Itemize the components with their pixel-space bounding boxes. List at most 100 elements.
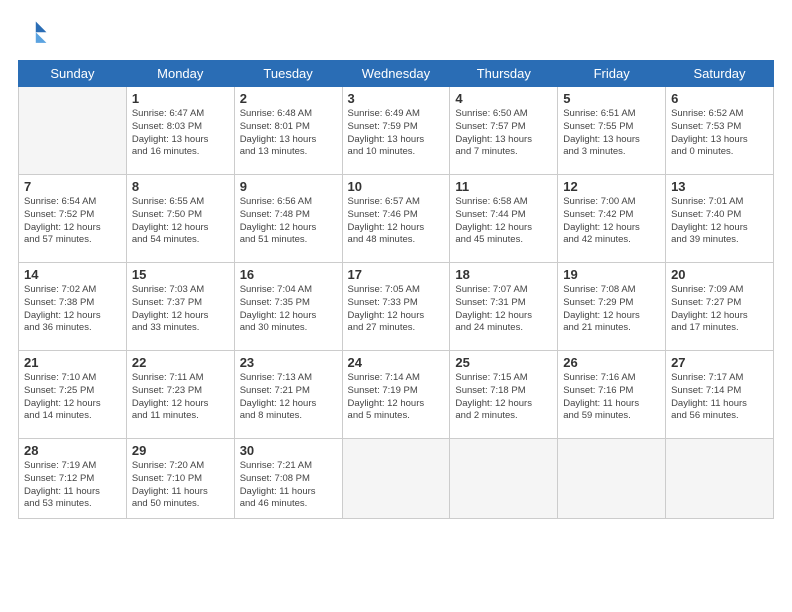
calendar-cell <box>342 439 450 519</box>
day-number: 27 <box>671 355 768 370</box>
logo <box>18 18 54 50</box>
calendar-cell <box>666 439 774 519</box>
day-number: 15 <box>132 267 229 282</box>
day-number: 13 <box>671 179 768 194</box>
day-info: Sunrise: 7:02 AMSunset: 7:38 PMDaylight:… <box>24 284 121 335</box>
day-number: 19 <box>563 267 660 282</box>
header <box>18 18 774 50</box>
calendar-cell: 1 Sunrise: 6:47 AMSunset: 8:03 PMDaylight… <box>126 87 234 175</box>
day-number: 5 <box>563 91 660 106</box>
day-info: Sunrise: 6:56 AMSunset: 7:48 PMDaylight:… <box>240 196 337 247</box>
day-info: Sunrise: 7:07 AMSunset: 7:31 PMDaylight:… <box>455 284 552 335</box>
day-info: Sunrise: 6:49 AMSunset: 7:59 PMDaylight:… <box>348 108 445 159</box>
day-info: Sunrise: 7:16 AMSunset: 7:16 PMDaylight:… <box>563 372 660 423</box>
day-info: Sunrise: 7:13 AMSunset: 7:21 PMDaylight:… <box>240 372 337 423</box>
week-row-4: 21 Sunrise: 7:10 AMSunset: 7:25 PMDayligh… <box>19 351 774 439</box>
day-number: 18 <box>455 267 552 282</box>
day-number: 12 <box>563 179 660 194</box>
day-info: Sunrise: 7:19 AMSunset: 7:12 PMDaylight:… <box>24 460 121 511</box>
day-info: Sunrise: 6:48 AMSunset: 8:01 PMDaylight:… <box>240 108 337 159</box>
calendar-cell: 6 Sunrise: 6:52 AMSunset: 7:53 PMDaylight… <box>666 87 774 175</box>
calendar-cell: 25 Sunrise: 7:15 AMSunset: 7:18 PMDayligh… <box>450 351 558 439</box>
day-number: 26 <box>563 355 660 370</box>
day-number: 6 <box>671 91 768 106</box>
week-row-1: 1 Sunrise: 6:47 AMSunset: 8:03 PMDaylight… <box>19 87 774 175</box>
day-number: 7 <box>24 179 121 194</box>
calendar-cell: 5 Sunrise: 6:51 AMSunset: 7:55 PMDaylight… <box>558 87 666 175</box>
day-info: Sunrise: 7:00 AMSunset: 7:42 PMDaylight:… <box>563 196 660 247</box>
day-info: Sunrise: 7:05 AMSunset: 7:33 PMDaylight:… <box>348 284 445 335</box>
day-number: 20 <box>671 267 768 282</box>
calendar-cell: 9 Sunrise: 6:56 AMSunset: 7:48 PMDaylight… <box>234 175 342 263</box>
calendar-cell: 23 Sunrise: 7:13 AMSunset: 7:21 PMDayligh… <box>234 351 342 439</box>
day-number: 10 <box>348 179 445 194</box>
weekday-header-wednesday: Wednesday <box>342 61 450 87</box>
day-number: 2 <box>240 91 337 106</box>
day-info: Sunrise: 7:03 AMSunset: 7:37 PMDaylight:… <box>132 284 229 335</box>
calendar-cell: 13 Sunrise: 7:01 AMSunset: 7:40 PMDayligh… <box>666 175 774 263</box>
calendar-cell: 29 Sunrise: 7:20 AMSunset: 7:10 PMDayligh… <box>126 439 234 519</box>
day-info: Sunrise: 7:10 AMSunset: 7:25 PMDaylight:… <box>24 372 121 423</box>
calendar-cell: 19 Sunrise: 7:08 AMSunset: 7:29 PMDayligh… <box>558 263 666 351</box>
day-number: 16 <box>240 267 337 282</box>
calendar-table: SundayMondayTuesdayWednesdayThursdayFrid… <box>18 60 774 519</box>
calendar-cell: 14 Sunrise: 7:02 AMSunset: 7:38 PMDayligh… <box>19 263 127 351</box>
day-info: Sunrise: 6:55 AMSunset: 7:50 PMDaylight:… <box>132 196 229 247</box>
day-info: Sunrise: 7:15 AMSunset: 7:18 PMDaylight:… <box>455 372 552 423</box>
day-number: 8 <box>132 179 229 194</box>
weekday-header-monday: Monday <box>126 61 234 87</box>
day-info: Sunrise: 7:01 AMSunset: 7:40 PMDaylight:… <box>671 196 768 247</box>
day-info: Sunrise: 7:04 AMSunset: 7:35 PMDaylight:… <box>240 284 337 335</box>
calendar-cell: 17Sunrise: 7:05 AMSunset: 7:33 PMDayligh… <box>342 263 450 351</box>
calendar-cell: 24 Sunrise: 7:14 AMSunset: 7:19 PMDayligh… <box>342 351 450 439</box>
day-info: Sunrise: 6:47 AMSunset: 8:03 PMDaylight:… <box>132 108 229 159</box>
calendar-cell: 21 Sunrise: 7:10 AMSunset: 7:25 PMDayligh… <box>19 351 127 439</box>
day-info: Sunrise: 7:09 AMSunset: 7:27 PMDaylight:… <box>671 284 768 335</box>
day-number: 30 <box>240 443 337 458</box>
weekday-header-saturday: Saturday <box>666 61 774 87</box>
calendar-cell: 16 Sunrise: 7:04 AMSunset: 7:35 PMDayligh… <box>234 263 342 351</box>
logo-icon <box>18 18 50 50</box>
day-number: 3 <box>348 91 445 106</box>
day-number: 11 <box>455 179 552 194</box>
day-info: Sunrise: 6:51 AMSunset: 7:55 PMDaylight:… <box>563 108 660 159</box>
calendar-cell <box>450 439 558 519</box>
weekday-header-thursday: Thursday <box>450 61 558 87</box>
calendar-cell: 11Sunrise: 6:58 AMSunset: 7:44 PMDayligh… <box>450 175 558 263</box>
calendar-cell: 18 Sunrise: 7:07 AMSunset: 7:31 PMDayligh… <box>450 263 558 351</box>
calendar-cell <box>558 439 666 519</box>
calendar-cell: 27 Sunrise: 7:17 AMSunset: 7:14 PMDayligh… <box>666 351 774 439</box>
day-info: Sunrise: 6:54 AMSunset: 7:52 PMDaylight:… <box>24 196 121 247</box>
day-number: 25 <box>455 355 552 370</box>
day-info: Sunrise: 6:50 AMSunset: 7:57 PMDaylight:… <box>455 108 552 159</box>
day-number: 14 <box>24 267 121 282</box>
weekday-header-sunday: Sunday <box>19 61 127 87</box>
day-number: 1 <box>132 91 229 106</box>
day-info: Sunrise: 7:08 AMSunset: 7:29 PMDaylight:… <box>563 284 660 335</box>
day-info: Sunrise: 7:17 AMSunset: 7:14 PMDaylight:… <box>671 372 768 423</box>
calendar-cell: 20 Sunrise: 7:09 AMSunset: 7:27 PMDayligh… <box>666 263 774 351</box>
calendar-cell: 15 Sunrise: 7:03 AMSunset: 7:37 PMDayligh… <box>126 263 234 351</box>
day-info: Sunrise: 7:14 AMSunset: 7:19 PMDaylight:… <box>348 372 445 423</box>
day-number: 24 <box>348 355 445 370</box>
calendar-cell: 22Sunrise: 7:11 AMSunset: 7:23 PMDayligh… <box>126 351 234 439</box>
calendar-cell: 28Sunrise: 7:19 AMSunset: 7:12 PMDayligh… <box>19 439 127 519</box>
day-number: 23 <box>240 355 337 370</box>
week-row-2: 7 Sunrise: 6:54 AMSunset: 7:52 PMDaylight… <box>19 175 774 263</box>
calendar-cell: 7 Sunrise: 6:54 AMSunset: 7:52 PMDaylight… <box>19 175 127 263</box>
calendar-cell: 30 Sunrise: 7:21 AMSunset: 7:08 PMDayligh… <box>234 439 342 519</box>
day-number: 21 <box>24 355 121 370</box>
calendar-cell: 8 Sunrise: 6:55 AMSunset: 7:50 PMDaylight… <box>126 175 234 263</box>
day-info: Sunrise: 7:21 AMSunset: 7:08 PMDaylight:… <box>240 460 337 511</box>
day-number: 9 <box>240 179 337 194</box>
day-number: 4 <box>455 91 552 106</box>
weekday-header-tuesday: Tuesday <box>234 61 342 87</box>
day-info: Sunrise: 7:20 AMSunset: 7:10 PMDaylight:… <box>132 460 229 511</box>
day-info: Sunrise: 6:57 AMSunset: 7:46 PMDaylight:… <box>348 196 445 247</box>
calendar-cell: 3 Sunrise: 6:49 AMSunset: 7:59 PMDaylight… <box>342 87 450 175</box>
weekday-header-row: SundayMondayTuesdayWednesdayThursdayFrid… <box>19 61 774 87</box>
page: SundayMondayTuesdayWednesdayThursdayFrid… <box>0 0 792 612</box>
calendar-cell: 26 Sunrise: 7:16 AMSunset: 7:16 PMDayligh… <box>558 351 666 439</box>
day-number: 29 <box>132 443 229 458</box>
day-info: Sunrise: 6:52 AMSunset: 7:53 PMDaylight:… <box>671 108 768 159</box>
